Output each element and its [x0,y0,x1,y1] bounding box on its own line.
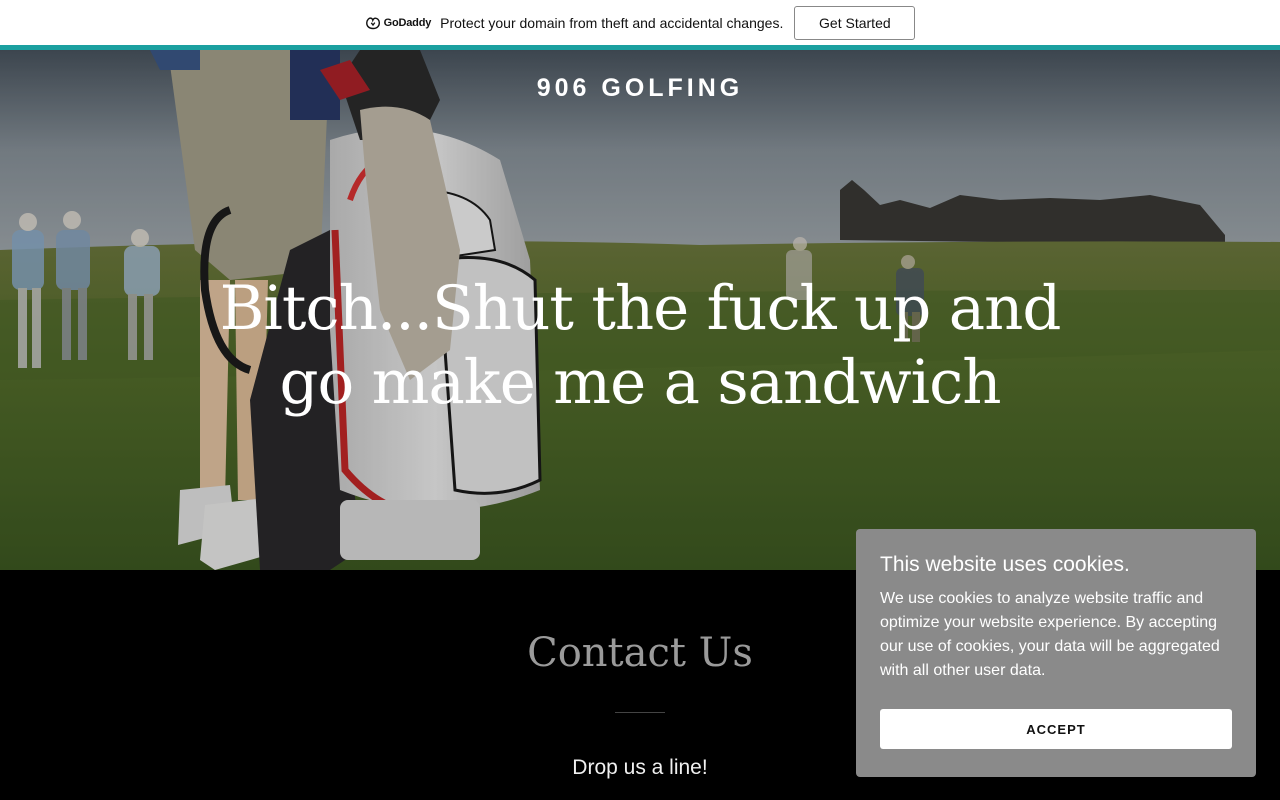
hero-heading-line-2: go make me a sandwich [279,347,1001,418]
get-started-button[interactable]: Get Started [794,5,916,40]
accept-cookies-button[interactable]: ACCEPT [880,709,1232,749]
site-title[interactable]: 906 GOLFING [0,74,1280,103]
hero-heading: Bitch...Shut the fuck up and go make me … [0,272,1280,420]
godaddy-logo[interactable]: GoDaddy [365,16,432,30]
promo-message: Protect your domain from theft and accid… [440,14,784,31]
cookie-title: This website uses cookies. [880,553,1130,576]
contact-divider [615,712,665,713]
godaddy-logo-text: GoDaddy [383,16,432,29]
hero-heading-line-1: Bitch...Shut the fuck up and [219,273,1062,344]
hero-section: 906 GOLFING Bitch...Shut the fuck up and… [0,50,1280,570]
cookie-text: We use cookies to analyze website traffi… [880,590,1220,679]
promo-bar: GoDaddy Protect your domain from theft a… [0,0,1280,45]
godaddy-logo-icon [365,16,380,29]
cookie-banner: This website uses cookies. We use cookie… [856,529,1256,777]
